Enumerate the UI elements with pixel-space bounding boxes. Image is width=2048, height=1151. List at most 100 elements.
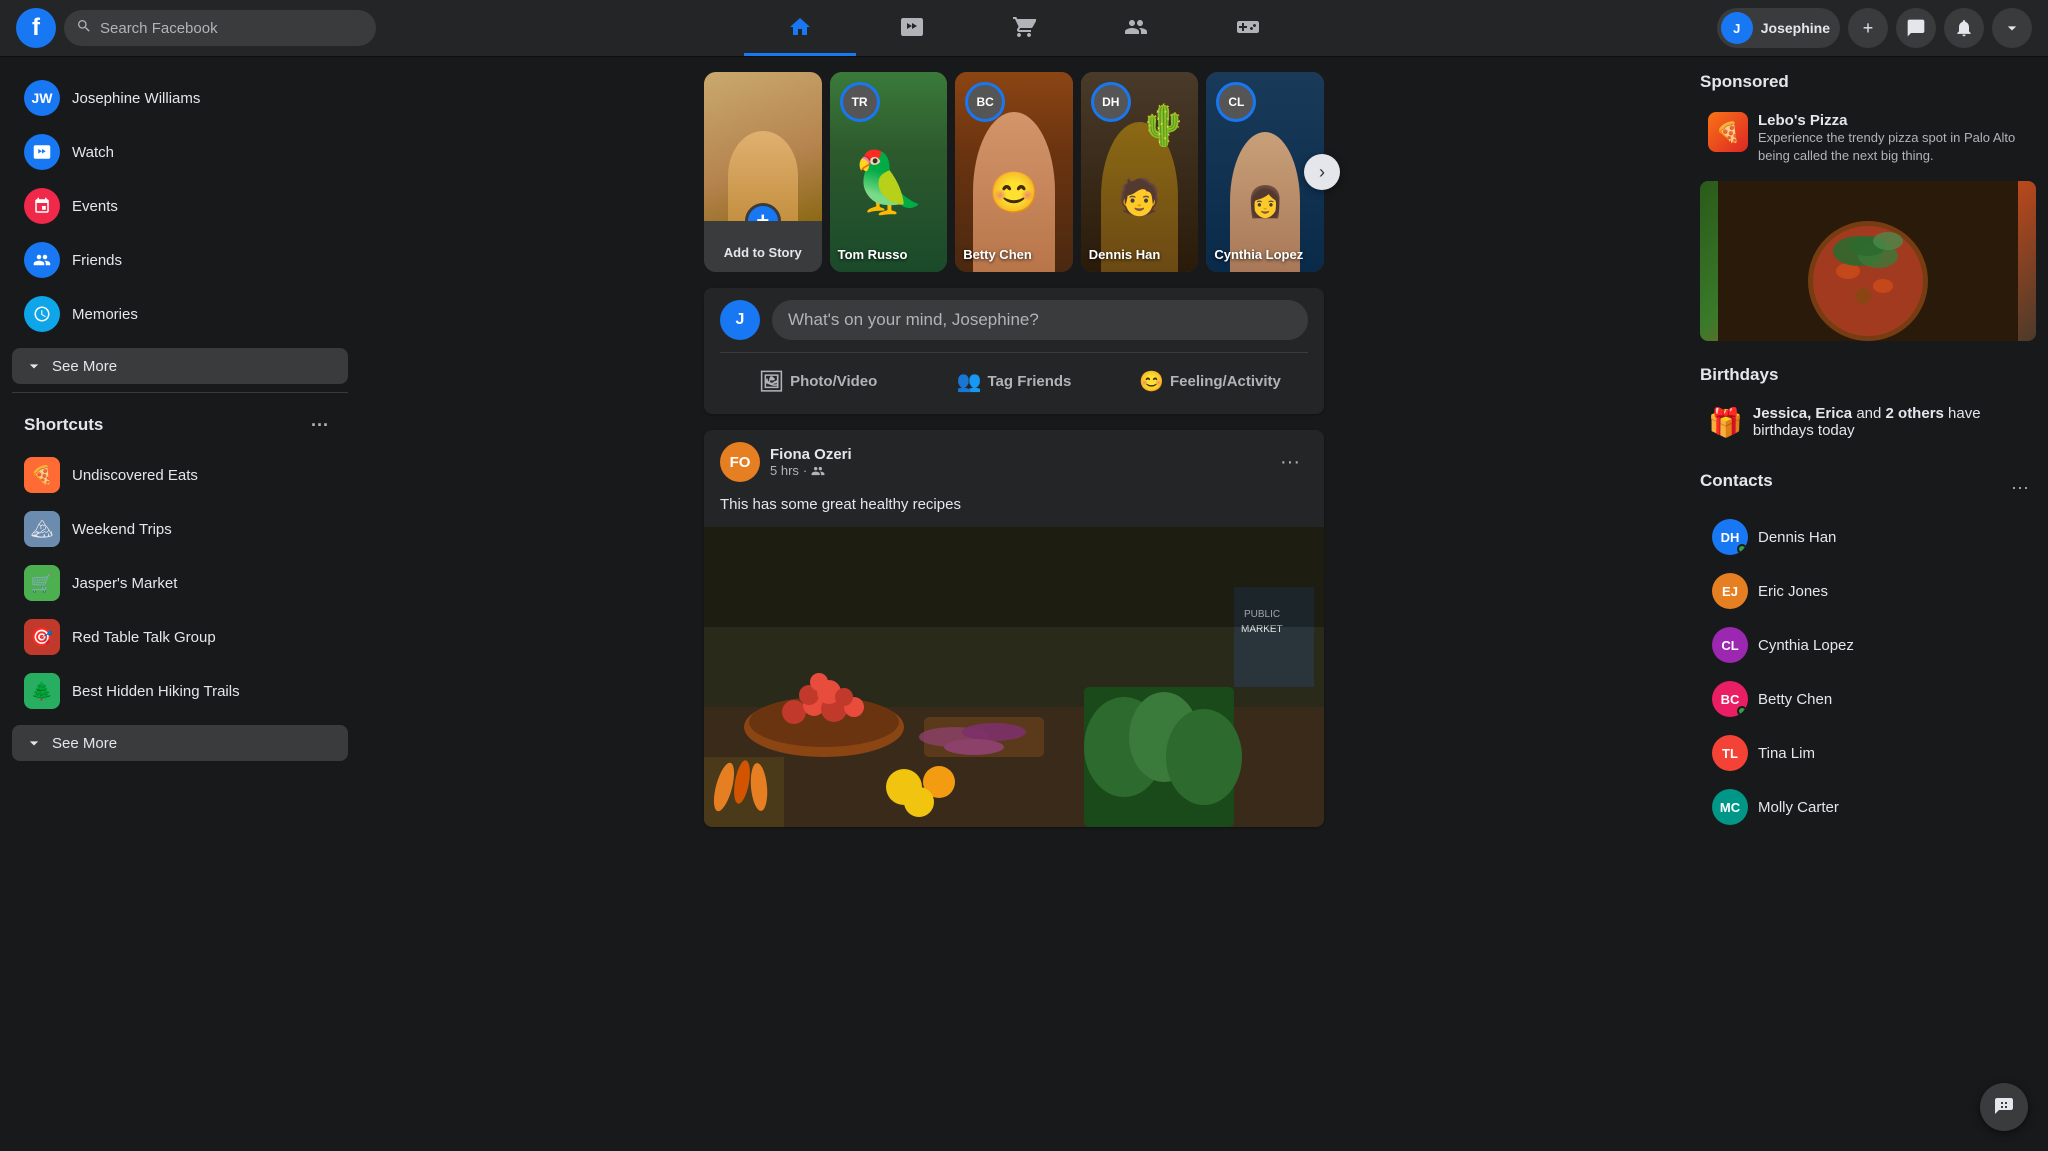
post-input-field[interactable]: What's on your mind, Josephine?: [772, 300, 1308, 340]
contact-avatar-eric: EJ: [1712, 573, 1748, 609]
story-name-cynthia: Cynthia Lopez: [1214, 247, 1316, 262]
new-chat-button[interactable]: [1980, 1083, 2028, 1131]
stories-next-button[interactable]: ›: [1304, 154, 1340, 190]
sidebar-item-profile[interactable]: JW Josephine Williams: [12, 72, 348, 124]
contact-tina-lim[interactable]: TL Tina Lim: [1700, 727, 2036, 779]
friends-label: Friends: [72, 252, 122, 269]
sidebar-item-friends[interactable]: Friends: [12, 234, 348, 286]
story-name-dennis: Dennis Han: [1089, 247, 1191, 262]
nav-tab-groups[interactable]: [1080, 0, 1192, 56]
story-betty-chen[interactable]: 😊 BC Betty Chen: [955, 72, 1073, 272]
contact-avatar-cynthia: CL: [1712, 627, 1748, 663]
post-text: This has some great healthy recipes: [704, 486, 1324, 527]
birthday-text: Jessica, Erica and 2 others have birthda…: [1753, 405, 2028, 439]
contact-name-molly: Molly Carter: [1758, 799, 1839, 816]
nav-tab-gaming[interactable]: [1192, 0, 1304, 56]
shortcut-icon-weekend-trips: 🏔: [24, 511, 60, 547]
watch-label: Watch: [72, 144, 114, 161]
see-more-nav-button[interactable]: See More: [12, 348, 348, 384]
sidebar-item-events[interactable]: Events: [12, 180, 348, 232]
stories-row: + Add to Story 🦜 TR Tom Ru: [704, 72, 1324, 272]
birthdays-title: Birthdays: [1700, 365, 2036, 385]
market-svg: PUBLIC MARKET: [704, 527, 1324, 827]
shortcut-best-hidden-hiking[interactable]: 🌲 Best Hidden Hiking Trails: [12, 665, 348, 717]
top-navigation: f: [0, 0, 2048, 56]
ad-info: Lebo's Pizza Experience the trendy pizza…: [1758, 112, 2028, 165]
contact-name-tina: Tina Lim: [1758, 745, 1815, 762]
post-actions: 🖼 Photo/Video 👥 Tag Friends 😊 Feeling/Ac…: [720, 352, 1308, 402]
contact-molly-carter[interactable]: MC Molly Carter: [1700, 781, 2036, 833]
post-header: FO Fiona Ozeri 5 hrs · ···: [704, 430, 1324, 486]
post-box: J What's on your mind, Josephine? 🖼 Phot…: [704, 288, 1324, 414]
story-name-betty: Betty Chen: [963, 247, 1065, 262]
nav-right: J Josephine +: [1672, 8, 2032, 48]
shortcut-icon-best-hidden: 🌲: [24, 673, 60, 709]
story-dennis-plant: 🌵: [1139, 102, 1189, 149]
messenger-button[interactable]: [1896, 8, 1936, 48]
shortcut-icon-jaspers-market: 🛒: [24, 565, 60, 601]
feeling-activity-button[interactable]: 😊 Feeling/Activity: [1112, 361, 1308, 402]
memories-label: Memories: [72, 306, 138, 323]
account-menu-button[interactable]: [1992, 8, 2032, 48]
photo-video-icon: 🖼: [759, 369, 784, 394]
events-label: Events: [72, 198, 118, 215]
see-more-shortcuts-button[interactable]: See More: [12, 725, 348, 761]
story-avatar-tom: TR: [840, 82, 880, 122]
friends-icon: [24, 242, 60, 278]
sidebar-item-memories[interactable]: Memories: [12, 288, 348, 340]
shortcuts-more-button[interactable]: ···: [304, 409, 336, 441]
shortcut-jaspers-market[interactable]: 🛒 Jasper's Market: [12, 557, 348, 609]
profile-avatar: JW: [24, 80, 60, 116]
ad-name: Lebo's Pizza: [1758, 112, 2028, 129]
photo-video-button[interactable]: 🖼 Photo/Video: [720, 361, 916, 402]
contact-name-betty: Betty Chen: [1758, 691, 1832, 708]
search-input[interactable]: [100, 20, 364, 37]
contact-dennis-han[interactable]: DH Dennis Han: [1700, 511, 2036, 563]
facebook-logo[interactable]: f: [16, 8, 56, 48]
add-button[interactable]: +: [1848, 8, 1888, 48]
birthday-icon: 🎁: [1708, 406, 1743, 439]
contacts-more-button[interactable]: ···: [2004, 471, 2036, 503]
sponsored-title: Sponsored: [1700, 72, 2036, 92]
ad-image[interactable]: [1700, 181, 2036, 341]
contact-cynthia-lopez[interactable]: CL Cynthia Lopez: [1700, 619, 2036, 671]
birthdays-section: Birthdays 🎁 Jessica, Erica and 2 others …: [1700, 365, 2036, 447]
main-feed: + Add to Story 🦜 TR Tom Ru: [360, 56, 1668, 1095]
author-avatar: FO: [720, 442, 760, 482]
avatar: J: [1721, 12, 1753, 44]
shortcut-undiscovered-eats[interactable]: 🍕 Undiscovered Eats: [12, 449, 348, 501]
contacts-header: Contacts ···: [1700, 471, 2036, 503]
nav-tab-marketplace[interactable]: [968, 0, 1080, 56]
story-name-tom: Tom Russo: [838, 247, 940, 262]
author-name: Fiona Ozeri: [770, 446, 852, 463]
story-tom-russo[interactable]: 🦜 TR Tom Russo: [830, 72, 948, 272]
post-author: FO Fiona Ozeri 5 hrs ·: [720, 442, 852, 482]
post-more-button[interactable]: ···: [1272, 444, 1308, 480]
search-bar[interactable]: [64, 10, 376, 46]
main-layout: JW Josephine Williams Watch Events Frien…: [0, 0, 2048, 1095]
contact-avatar-dennis: DH: [1712, 519, 1748, 555]
ad-icon: 🍕: [1708, 112, 1748, 152]
online-indicator: [1737, 544, 1747, 554]
ad-image-svg: [1700, 181, 2036, 341]
tag-friends-button[interactable]: 👥 Tag Friends: [916, 361, 1112, 402]
new-chat-icon: [1992, 1095, 2016, 1119]
shortcut-red-table-talk[interactable]: 🎯 Red Table Talk Group: [12, 611, 348, 663]
events-icon: [24, 188, 60, 224]
contact-betty-chen[interactable]: BC Betty Chen: [1700, 673, 2036, 725]
notifications-button[interactable]: [1944, 8, 1984, 48]
sponsored-ad[interactable]: 🍕 Lebo's Pizza Experience the trendy piz…: [1700, 104, 2036, 173]
nav-tab-watch[interactable]: [856, 0, 968, 56]
sidebar-item-watch[interactable]: Watch: [12, 126, 348, 178]
ad-description: Experience the trendy pizza spot in Palo…: [1758, 129, 2028, 165]
online-indicator-betty: [1737, 706, 1747, 716]
sidebar-right: Sponsored 🍕 Lebo's Pizza Experience the …: [1688, 56, 2048, 1151]
nav-tab-home[interactable]: [744, 0, 856, 56]
contact-eric-jones[interactable]: EJ Eric Jones: [1700, 565, 2036, 617]
story-add-card[interactable]: + Add to Story: [704, 72, 822, 272]
shortcut-weekend-trips[interactable]: 🏔 Weekend Trips: [12, 503, 348, 555]
user-profile-button[interactable]: J Josephine: [1717, 8, 1840, 48]
story-dennis-han[interactable]: 🧑 🌵 DH Dennis Han: [1081, 72, 1199, 272]
feed-post-1: FO Fiona Ozeri 5 hrs · ··· This has some…: [704, 430, 1324, 827]
feeling-icon: 😊: [1139, 369, 1164, 394]
